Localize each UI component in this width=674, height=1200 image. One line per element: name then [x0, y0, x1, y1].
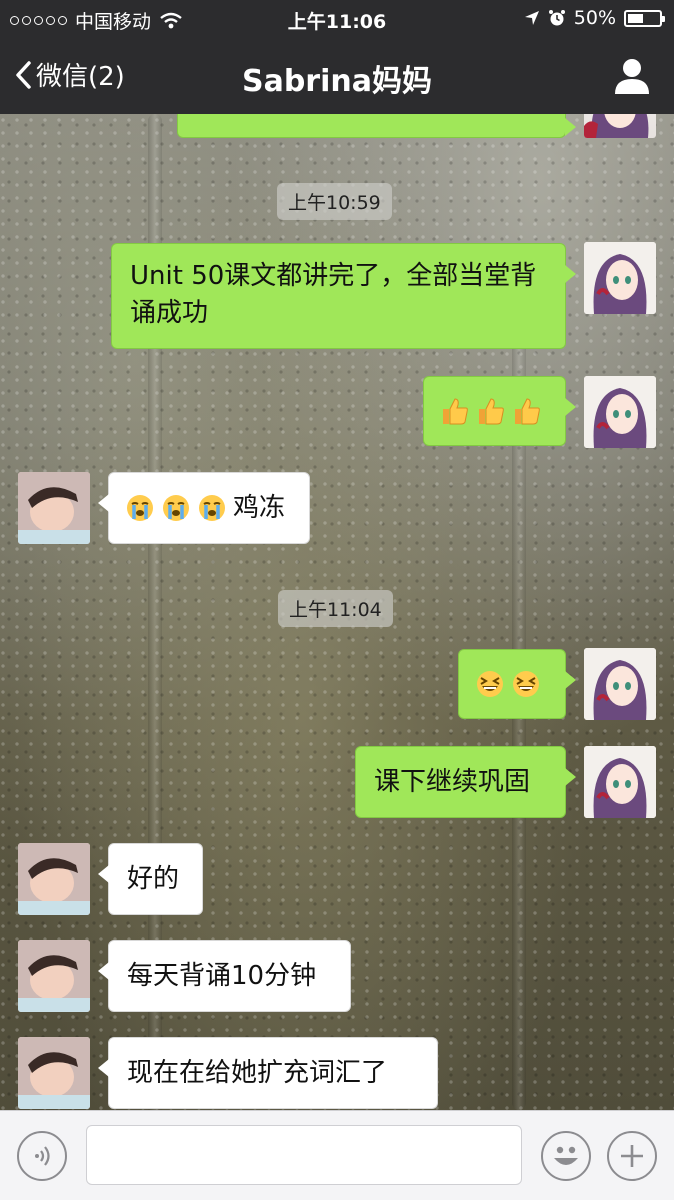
avatar[interactable] — [18, 940, 90, 1012]
avatar[interactable] — [18, 472, 90, 544]
message-bubble-sent[interactable] — [458, 649, 576, 719]
message-text: 课下继续巩固 — [374, 766, 531, 797]
navigation-bar: 微信(2) Sabrina妈妈 — [0, 38, 674, 114]
message-bubble-sent[interactable]: Unit 50课文都讲完了，全部当堂背诵成功 — [111, 243, 576, 349]
message-text: 好的 — [127, 863, 180, 894]
status-bar: 中国移动 上午11:06 50% — [0, 0, 674, 38]
avatar[interactable] — [584, 242, 656, 314]
emoji-button[interactable] — [541, 1131, 591, 1181]
message-bubble-received[interactable]: 现在在给她扩充词汇了 — [98, 1037, 438, 1109]
smiley-icon — [554, 1146, 578, 1165]
avatar[interactable] — [584, 746, 656, 818]
message-input[interactable] — [86, 1125, 522, 1185]
message-text: 现在在给她扩充词汇了 — [127, 1057, 388, 1088]
avatar[interactable] — [584, 376, 656, 448]
message-text: 每天背诵10分钟 — [127, 960, 317, 991]
crying-face-icon — [163, 495, 189, 521]
chat-screen: 中国移动 上午11:06 50% 微信(2) Sabrina妈妈 上午10:59… — [0, 0, 674, 1200]
input-bar — [0, 1110, 674, 1200]
person-icon[interactable] — [612, 56, 652, 96]
avatar[interactable] — [584, 648, 656, 720]
message-text: 鸡冻 — [233, 492, 286, 523]
more-button[interactable] — [607, 1131, 657, 1181]
message-bubble-received[interactable]: 鸡冻 — [98, 472, 310, 544]
status-right: 50% — [524, 7, 665, 29]
voice-button[interactable] — [17, 1131, 67, 1181]
timestamp: 上午10:59 — [277, 183, 392, 220]
crying-face-icon — [199, 495, 225, 521]
thumbs-up-icon — [443, 398, 468, 425]
thumbs-up-icon — [479, 398, 504, 425]
crying-face-icon — [127, 495, 153, 521]
emoji-row — [475, 669, 541, 699]
grinning-squint-face-icon — [477, 671, 503, 697]
message-bubble-sent[interactable] — [423, 376, 576, 446]
voice-icon — [35, 1146, 50, 1166]
battery-fill — [628, 13, 643, 23]
plus-icon — [621, 1145, 643, 1167]
chat-title: Sabrina妈妈 — [241, 64, 432, 99]
avatar[interactable] — [18, 843, 90, 915]
message-text: Unit 50课文都讲完了，全部当堂背诵成功 — [130, 261, 537, 328]
battery-icon — [624, 9, 665, 27]
avatar[interactable] — [18, 1037, 90, 1109]
message-bubble-sent[interactable]: 课下继续巩固 — [355, 746, 576, 818]
battery-percent: 50% — [573, 7, 616, 29]
emoji-row — [440, 396, 542, 426]
thumbs-up-icon — [515, 398, 540, 425]
timestamp: 上午11:04 — [278, 590, 393, 627]
location-arrow-icon — [524, 11, 539, 25]
grinning-squint-face-icon — [513, 671, 539, 697]
message-bubble-received[interactable]: 好的 — [98, 843, 203, 915]
message-bubble-received[interactable]: 每天背诵10分钟 — [98, 940, 351, 1012]
alarm-icon — [548, 10, 565, 26]
